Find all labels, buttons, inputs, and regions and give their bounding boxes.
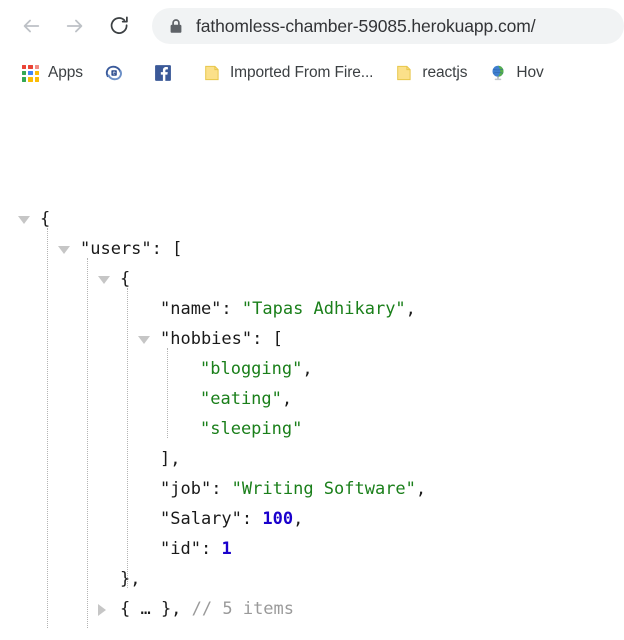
collapse-triangle-icon[interactable] [138, 336, 150, 344]
json-viewer-pane[interactable]: {"users": [{"name": "Tapas Adhikary", "ho… [0, 94, 624, 629]
json-punctuation: : [221, 299, 242, 319]
json-key: "Salary" [160, 509, 242, 529]
json-punctuation: : [252, 329, 273, 349]
svg-text:e: e [113, 71, 116, 77]
json-line: "name": "Tapas Adhikary", [0, 294, 624, 324]
json-string: "blogging" [200, 359, 303, 379]
json-line: "Salary": 100, [0, 504, 624, 534]
bookmark-imported-from-firefox[interactable]: Imported From Fire... [195, 59, 381, 87]
facebook-icon [155, 65, 171, 82]
json-number: 1 [221, 539, 232, 559]
json-tokens: "name": "Tapas Adhikary", [160, 294, 416, 324]
lock-icon [170, 19, 182, 33]
json-punctuation: , [293, 509, 304, 529]
json-line: "users": [ [0, 234, 624, 264]
json-tokens: ], [160, 444, 180, 474]
internet-explorer-icon: e [105, 65, 122, 81]
json-tokens: { [40, 204, 50, 234]
json-key: "job" [160, 479, 212, 499]
bookmarks-bar: Apps e Imported From Fire... reactjs Hov [0, 52, 624, 94]
bookmark-reactjs[interactable]: reactjs [387, 59, 475, 87]
json-line: "job": "Writing Software", [0, 474, 624, 504]
reload-icon [110, 16, 128, 34]
json-punctuation: , [415, 479, 427, 499]
json-string: "eating" [200, 389, 282, 409]
json-tokens: }, [120, 564, 140, 594]
json-comment: // 5 items [181, 599, 295, 619]
json-key: "id" [160, 539, 201, 559]
json-punctuation: }, [120, 569, 141, 589]
json-tokens: { [120, 264, 130, 294]
json-tokens: { … }, // 5 items [120, 594, 294, 624]
json-tokens: "eating", [200, 384, 292, 414]
json-line: { … }, // 5 items [0, 594, 624, 624]
collapse-triangle-icon[interactable] [18, 216, 30, 224]
json-string: "sleeping" [200, 419, 303, 439]
bookmark-label-reactjs: reactjs [422, 64, 468, 81]
bookmark-label-imported: Imported From Fire... [229, 64, 374, 81]
reload-button[interactable] [102, 9, 136, 43]
json-punctuation: [ [172, 239, 183, 259]
json-punctuation: : [200, 539, 222, 559]
folder-icon [397, 65, 412, 81]
json-tokens: { … }, // 5 items [120, 624, 294, 629]
apps-grid-icon [22, 64, 39, 82]
bookmark-hov[interactable]: Hov [481, 59, 551, 87]
json-tokens: "job": "Writing Software", [160, 474, 426, 504]
json-line: "hobbies": [ [0, 324, 624, 354]
json-key: "users" [80, 239, 152, 259]
collapse-triangle-icon[interactable] [58, 246, 70, 254]
json-punctuation: , [405, 299, 416, 319]
bookmark-internet-explorer[interactable]: e [97, 59, 140, 87]
forward-button[interactable] [58, 9, 92, 43]
json-line: "id": 1 [0, 534, 624, 564]
json-line: }, [0, 564, 624, 594]
json-tokens: "id": 1 [160, 534, 232, 564]
json-line: "sleeping" [0, 414, 624, 444]
json-tokens: "users": [ [80, 234, 182, 264]
json-line: { … }, // 5 items [0, 624, 624, 629]
browser-toolbar: fathomless-chamber-59085.herokuapp.com/ [0, 0, 624, 52]
back-button[interactable] [14, 9, 48, 43]
json-punctuation: { [120, 269, 131, 289]
browser-chrome: fathomless-chamber-59085.herokuapp.com/ … [0, 0, 624, 94]
bookmark-facebook[interactable] [146, 59, 189, 87]
bookmark-label-apps: Apps [48, 64, 83, 81]
json-string: "Tapas Adhikary" [241, 299, 406, 319]
json-number: 100 [262, 509, 294, 529]
json-line: "eating", [0, 384, 624, 414]
json-tokens: "hobbies": [ [160, 324, 283, 354]
json-punctuation: , [281, 389, 293, 409]
json-punctuation: ], [160, 449, 181, 469]
collapse-triangle-icon[interactable] [98, 276, 110, 284]
json-line: { [0, 204, 624, 234]
json-tokens: "Salary": 100, [160, 504, 303, 534]
json-punctuation: { [40, 209, 51, 229]
bookmark-apps[interactable]: Apps [14, 59, 91, 87]
arrow-right-icon [66, 19, 83, 33]
url-text: fathomless-chamber-59085.herokuapp.com/ [196, 15, 536, 36]
json-punctuation: : [211, 479, 232, 499]
folder-icon [205, 65, 219, 81]
json-punctuation: : [241, 509, 263, 529]
json-key: "hobbies" [160, 329, 253, 349]
arrow-left-icon [23, 19, 40, 33]
globe-icon [492, 65, 504, 81]
json-line: { [0, 264, 624, 294]
expand-triangle-icon[interactable] [98, 604, 106, 616]
json-punctuation: { … }, [120, 599, 182, 619]
address-bar[interactable]: fathomless-chamber-59085.herokuapp.com/ [152, 8, 624, 44]
json-punctuation: : [151, 239, 173, 259]
json-tokens: "blogging", [200, 354, 313, 384]
json-string: "Writing Software" [231, 479, 416, 499]
json-tokens: "sleeping" [200, 414, 302, 444]
json-punctuation: [ [272, 329, 283, 349]
bookmark-label-hov: Hov [516, 64, 544, 81]
json-line: ], [0, 444, 624, 474]
json-line: "blogging", [0, 354, 624, 384]
json-key: "name" [160, 299, 222, 319]
json-punctuation: , [302, 359, 313, 379]
